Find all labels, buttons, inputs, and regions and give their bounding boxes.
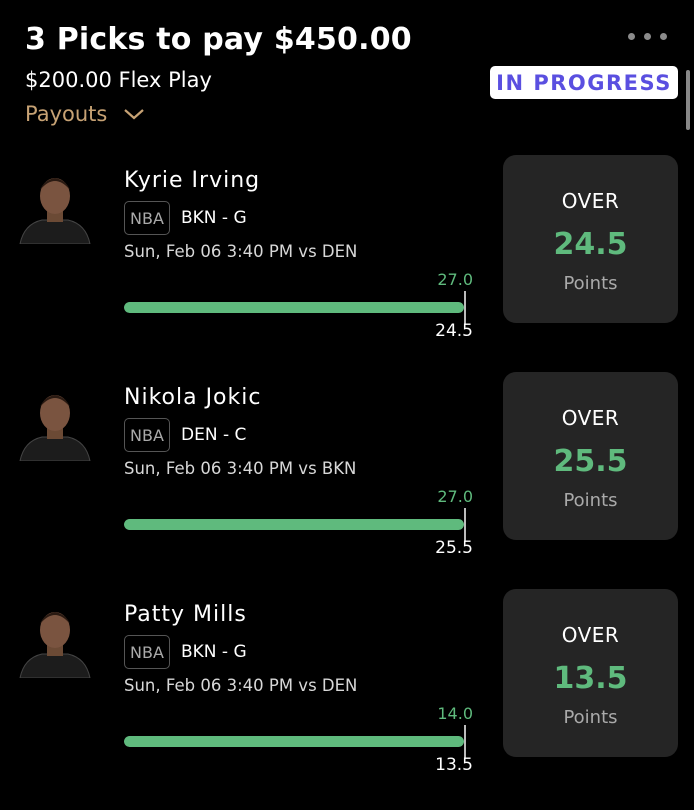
line-value: 25.5 — [435, 538, 473, 558]
team-position: DEN - C — [181, 425, 247, 445]
line-value: 24.5 — [435, 321, 473, 341]
pick-card[interactable]: OVER 25.5 Points — [503, 372, 678, 540]
game-info: Sun, Feb 06 3:40 PM vs BKN — [124, 459, 357, 478]
chevron-down-icon — [124, 109, 145, 120]
progress-bar — [124, 302, 464, 313]
pick-row: Patty Mills NBA BKN - G Sun, Feb 06 3:40… — [0, 589, 694, 810]
pick-stat-type: Points — [563, 707, 618, 728]
player-name: Nikola Jokic — [124, 385, 262, 410]
current-stat-value: 27.0 — [437, 270, 473, 289]
pick-line-value: 13.5 — [553, 661, 628, 696]
pick-direction: OVER — [561, 189, 620, 213]
payouts-label: Payouts — [25, 102, 108, 126]
game-info: Sun, Feb 06 3:40 PM vs DEN — [124, 242, 358, 261]
league-badge: NBA — [124, 418, 170, 452]
game-info: Sun, Feb 06 3:40 PM vs DEN — [124, 676, 358, 695]
pick-stat-type: Points — [563, 273, 618, 294]
league-badge: NBA — [124, 635, 170, 669]
payouts-toggle[interactable]: Payouts — [25, 102, 145, 126]
progress-fill — [124, 302, 464, 313]
player-headshot-icon — [16, 166, 94, 244]
pick-row: Kyrie Irving NBA BKN - G Sun, Feb 06 3:4… — [0, 155, 694, 376]
status-badge: IN PROGRESS — [490, 66, 678, 99]
player-headshot-icon — [16, 600, 94, 678]
play-type-label: $200.00 Flex Play — [25, 68, 212, 92]
page-title: 3 Picks to pay $450.00 — [25, 22, 412, 57]
pick-direction: OVER — [561, 406, 620, 430]
pick-direction: OVER — [561, 623, 620, 647]
line-marker — [464, 291, 466, 325]
pick-row: Nikola Jokic NBA DEN - C Sun, Feb 06 3:4… — [0, 372, 694, 593]
league-badge: NBA — [124, 201, 170, 235]
pick-line-value: 25.5 — [553, 444, 628, 479]
progress-bar — [124, 736, 464, 747]
line-value: 13.5 — [435, 755, 473, 775]
pick-card[interactable]: OVER 24.5 Points — [503, 155, 678, 323]
progress-fill — [124, 519, 464, 530]
team-position: BKN - G — [181, 642, 247, 662]
player-headshot-icon — [16, 383, 94, 461]
more-options-icon[interactable] — [628, 28, 678, 44]
pick-stat-type: Points — [563, 490, 618, 511]
scrollbar[interactable] — [686, 70, 690, 130]
pick-card[interactable]: OVER 13.5 Points — [503, 589, 678, 757]
line-marker — [464, 508, 466, 542]
line-marker — [464, 725, 466, 759]
progress-fill — [124, 736, 464, 747]
team-position: BKN - G — [181, 208, 247, 228]
current-stat-value: 14.0 — [437, 704, 473, 723]
current-stat-value: 27.0 — [437, 487, 473, 506]
player-name: Kyrie Irving — [124, 168, 261, 193]
player-name: Patty Mills — [124, 602, 247, 627]
progress-bar — [124, 519, 464, 530]
pick-line-value: 24.5 — [553, 227, 628, 262]
